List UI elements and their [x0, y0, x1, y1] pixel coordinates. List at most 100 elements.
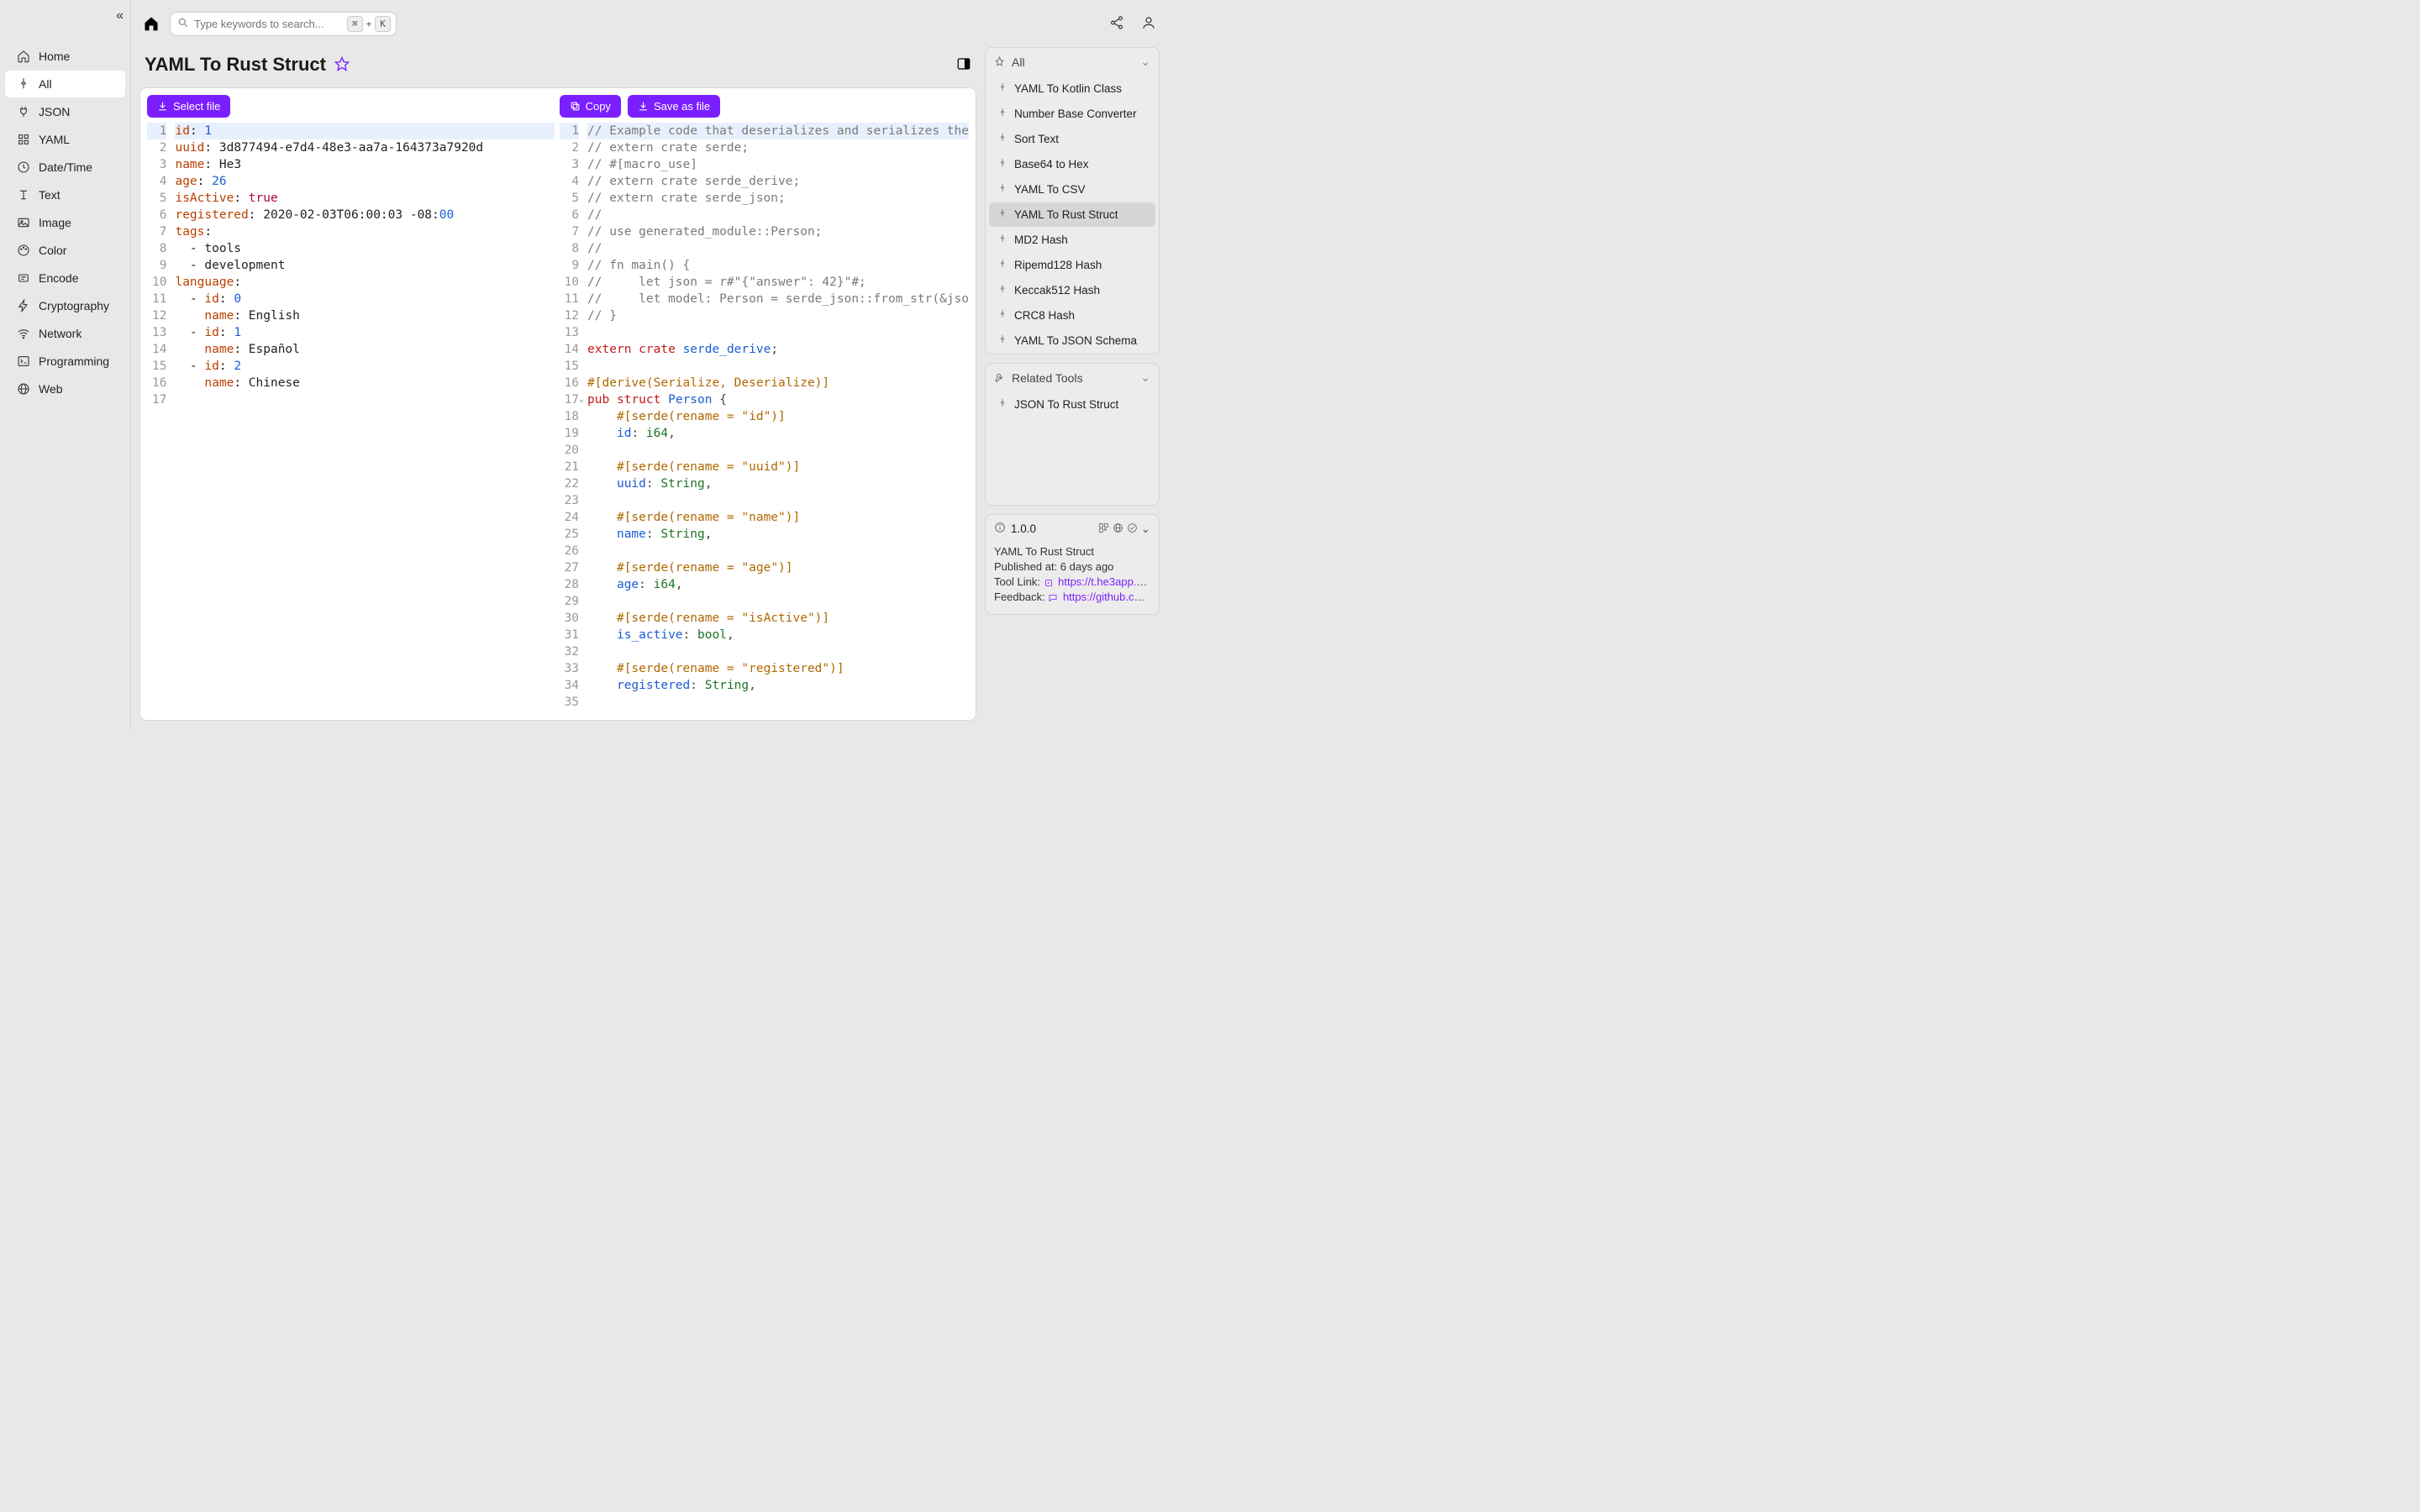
- info-published: Published at: 6 days ago: [994, 560, 1150, 573]
- feedback-link[interactable]: https://github.com/…: [1063, 591, 1150, 603]
- pin-icon: [997, 398, 1007, 411]
- grid-icon: [17, 133, 30, 146]
- version-label: 1.0.0: [1011, 522, 1036, 535]
- panel-toggle-icon[interactable]: [956, 56, 971, 74]
- pin-icon: [997, 284, 1007, 297]
- tool-item-label: Ripemd128 Hash: [1014, 259, 1102, 271]
- tool-item-yaml-to-json-schema[interactable]: YAML To JSON Schema: [989, 328, 1155, 353]
- copy-button[interactable]: Copy: [560, 95, 621, 118]
- sidebar-item-color[interactable]: Color: [5, 237, 125, 264]
- sidebar-item-date-time[interactable]: Date/Time: [5, 154, 125, 181]
- tool-item-label: YAML To Rust Struct: [1014, 208, 1118, 221]
- tool-item-label: YAML To JSON Schema: [1014, 334, 1137, 347]
- topbar: ⌘ + K: [131, 0, 1168, 47]
- tool-item-ripemd128-hash[interactable]: Ripemd128 Hash: [989, 253, 1155, 277]
- sidebar-item-cryptography[interactable]: Cryptography: [5, 292, 125, 319]
- sidebar-item-label: Color: [39, 244, 66, 257]
- output-editor[interactable]: 1234567891011121314151617181920212223242…: [560, 123, 969, 713]
- plug-icon: [17, 105, 30, 118]
- sidebar-item-label: Web: [39, 382, 63, 396]
- sidebar-item-encode[interactable]: Encode: [5, 265, 125, 291]
- home-icon: [17, 50, 30, 63]
- sidebar-item-json[interactable]: JSON: [5, 98, 125, 125]
- pin-icon: [997, 158, 1007, 171]
- search-box[interactable]: ⌘ + K: [170, 12, 397, 36]
- related-tools-panel: Related Tools ⌄ JSON To Rust Struct: [985, 363, 1160, 506]
- favorite-star-icon[interactable]: [334, 56, 350, 74]
- globe-icon[interactable]: [1113, 522, 1123, 536]
- qr-icon[interactable]: [1098, 522, 1109, 536]
- tool-item-label: CRC8 Hash: [1014, 309, 1075, 322]
- sidebar-item-programming[interactable]: Programming: [5, 348, 125, 375]
- info-tool-name: YAML To Rust Struct: [994, 545, 1150, 558]
- tool-item-md2-hash[interactable]: MD2 Hash: [989, 228, 1155, 252]
- check-icon[interactable]: [1127, 522, 1138, 536]
- tool-item-label: MD2 Hash: [1014, 234, 1068, 246]
- tool-item-yaml-to-csv[interactable]: YAML To CSV: [989, 177, 1155, 202]
- sidebar-item-label: JSON: [39, 105, 70, 118]
- tool-link[interactable]: https://t.he3app.co…: [1058, 575, 1150, 588]
- all-tools-panel: All ⌄ YAML To Kotlin Class Number Base Co…: [985, 47, 1160, 354]
- sidebar-item-image[interactable]: Image: [5, 209, 125, 236]
- sidebar-item-home[interactable]: Home: [5, 43, 125, 70]
- sidebar-collapse-button[interactable]: «: [116, 8, 124, 24]
- select-file-button[interactable]: Select file: [147, 95, 230, 118]
- sidebar-item-text[interactable]: Text: [5, 181, 125, 208]
- tool-item-label: Number Base Converter: [1014, 108, 1137, 120]
- pin-icon: [997, 259, 1007, 271]
- user-icon[interactable]: [1141, 15, 1156, 33]
- tool-item-base64-to-hex[interactable]: Base64 to Hex: [989, 152, 1155, 176]
- sidebar-item-yaml[interactable]: YAML: [5, 126, 125, 153]
- tool-icon: [994, 372, 1005, 383]
- sidebar-item-label: Home: [39, 50, 70, 63]
- title-row: YAML To Rust Struct: [139, 47, 976, 87]
- info-tool-link: Tool Link: https://t.he3app.co…: [994, 575, 1150, 588]
- all-tools-header[interactable]: All ⌄: [986, 48, 1159, 76]
- tool-item-yaml-to-kotlin-class[interactable]: YAML To Kotlin Class: [989, 76, 1155, 101]
- chevron-down-icon: ⌄: [1140, 370, 1150, 385]
- chevron-down-icon[interactable]: ⌄: [1141, 522, 1150, 536]
- sidebar-item-label: Programming: [39, 354, 109, 368]
- tool-item-label: Keccak512 Hash: [1014, 284, 1100, 297]
- info-feedback: Feedback: https://github.com/…: [994, 591, 1150, 603]
- input-editor[interactable]: 1234567891011121314151617 id: 1uuid: 3d8…: [147, 123, 555, 713]
- pin-icon: [17, 77, 30, 91]
- sidebar-item-network[interactable]: Network: [5, 320, 125, 347]
- sidebar-item-label: YAML: [39, 133, 70, 146]
- tool-item-keccak512-hash[interactable]: Keccak512 Hash: [989, 278, 1155, 302]
- related-tools-header[interactable]: Related Tools ⌄: [986, 364, 1159, 391]
- sidebar-item-web[interactable]: Web: [5, 375, 125, 402]
- related-item-json-to-rust-struct[interactable]: JSON To Rust Struct: [989, 392, 1155, 417]
- chevron-down-icon: ⌄: [1140, 55, 1150, 69]
- encode-icon: [17, 271, 30, 285]
- sidebar-item-label: Text: [39, 188, 60, 202]
- palette-icon: [17, 244, 30, 257]
- tool-item-number-base-converter[interactable]: Number Base Converter: [989, 102, 1155, 126]
- image-icon: [17, 216, 30, 229]
- sidebar: « Home All JSON YAML Date/Time Text Image Color…: [0, 0, 131, 729]
- tool-item-crc8-hash[interactable]: CRC8 Hash: [989, 303, 1155, 328]
- tool-item-label: Base64 to Hex: [1014, 158, 1089, 171]
- input-pane: Select file 1234567891011121314151617 id…: [147, 95, 555, 713]
- sidebar-item-label: Encode: [39, 271, 78, 285]
- bolt-icon: [17, 299, 30, 312]
- pin-icon: [997, 334, 1007, 347]
- chat-icon: [1048, 593, 1058, 603]
- pin-icon: [997, 208, 1007, 221]
- pin-icon: [994, 56, 1005, 67]
- tool-item-yaml-to-rust-struct[interactable]: YAML To Rust Struct: [989, 202, 1155, 227]
- save-as-file-button[interactable]: Save as file: [628, 95, 720, 118]
- share-icon[interactable]: [1109, 15, 1124, 33]
- search-input[interactable]: [194, 18, 342, 30]
- tool-item-label: Sort Text: [1014, 133, 1059, 145]
- home-icon[interactable]: [143, 15, 160, 32]
- sidebar-item-label: All: [39, 77, 52, 91]
- sidebar-item-all[interactable]: All: [5, 71, 125, 97]
- search-icon: [177, 17, 189, 31]
- page-title: YAML To Rust Struct: [145, 54, 326, 76]
- tool-item-label: JSON To Rust Struct: [1014, 398, 1118, 411]
- tool-item-sort-text[interactable]: Sort Text: [989, 127, 1155, 151]
- pin-icon: [997, 133, 1007, 145]
- wifi-icon: [17, 327, 30, 340]
- sidebar-item-label: Cryptography: [39, 299, 109, 312]
